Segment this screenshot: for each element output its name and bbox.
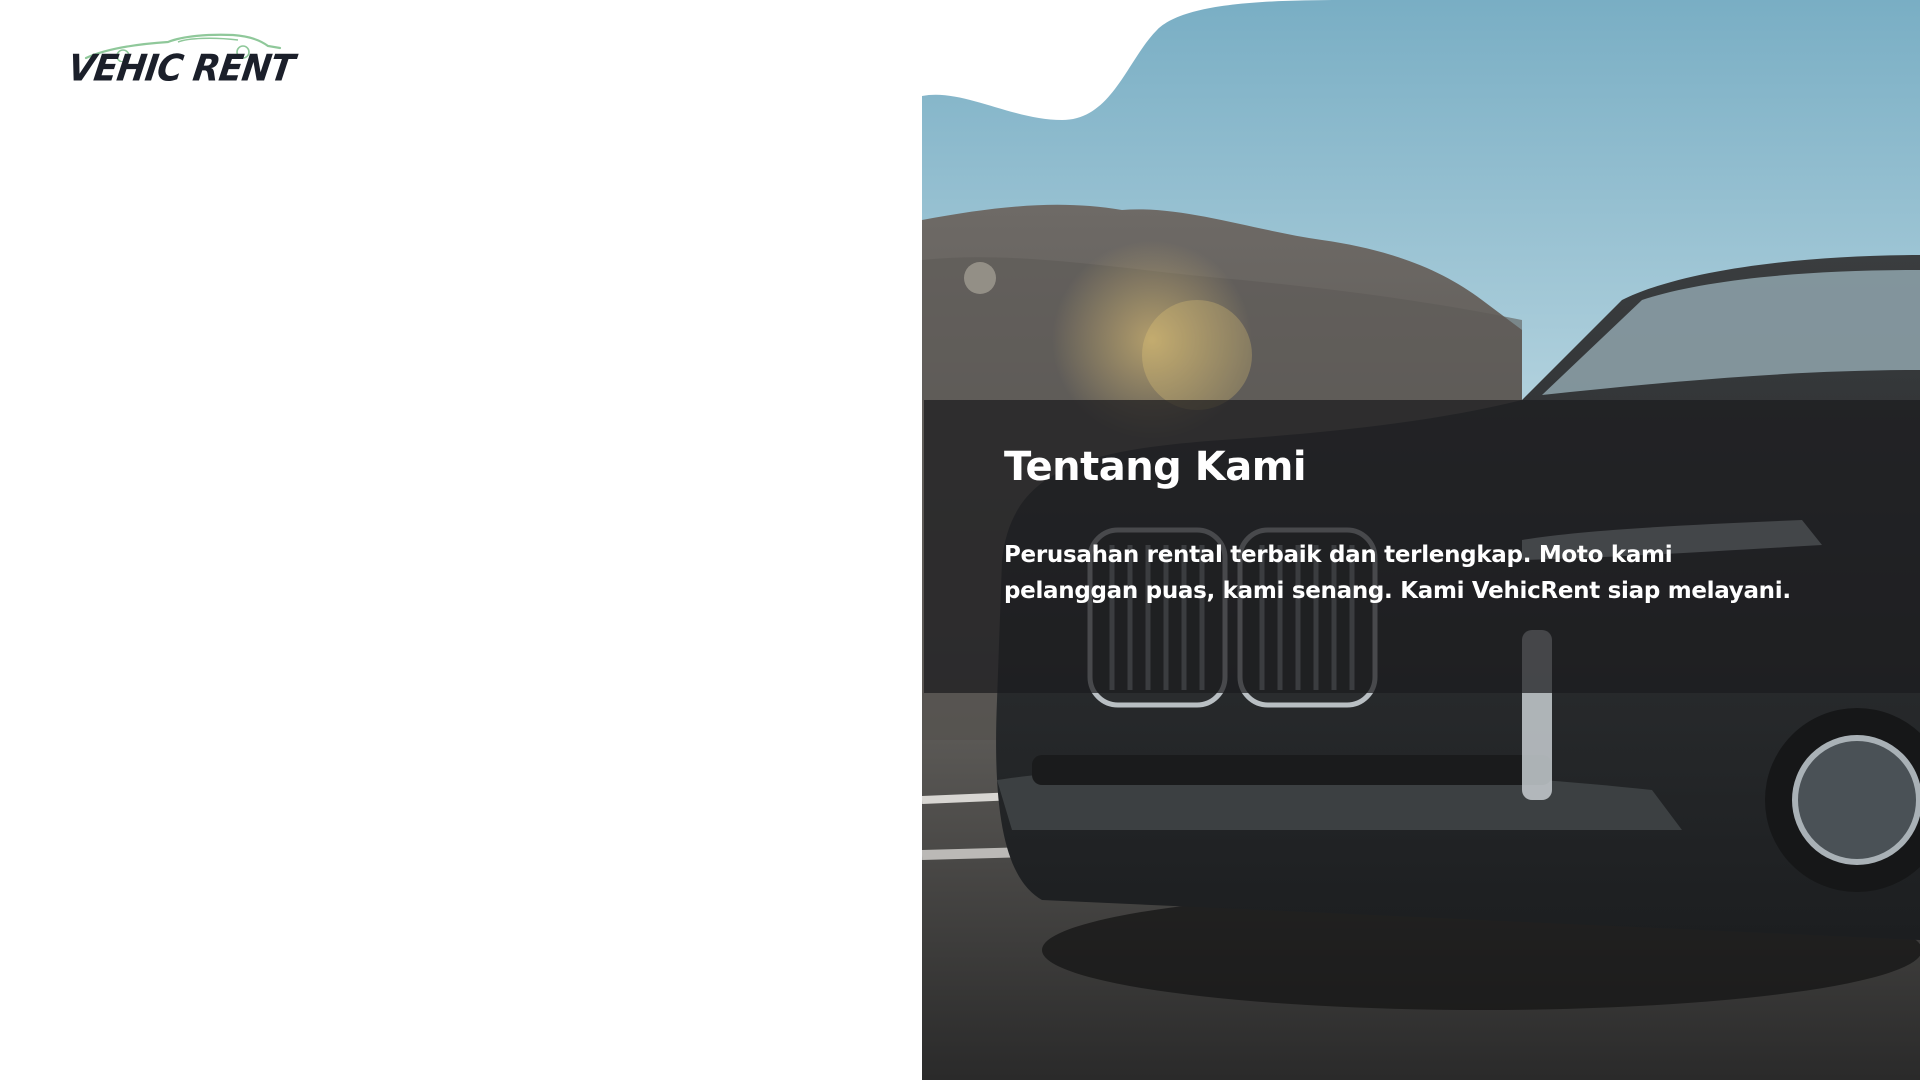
about-panel: Tentang Kami Perusahan rental terbaik da… [924, 400, 1920, 693]
brand-name: VEHIC RENT [65, 47, 297, 90]
brand-logo[interactable]: VEHIC RENT [65, 32, 297, 96]
about-description: Perusahan rental terbaik dan terlengkap.… [1004, 542, 1791, 604]
about-title: Tentang Kami [1004, 444, 1307, 490]
